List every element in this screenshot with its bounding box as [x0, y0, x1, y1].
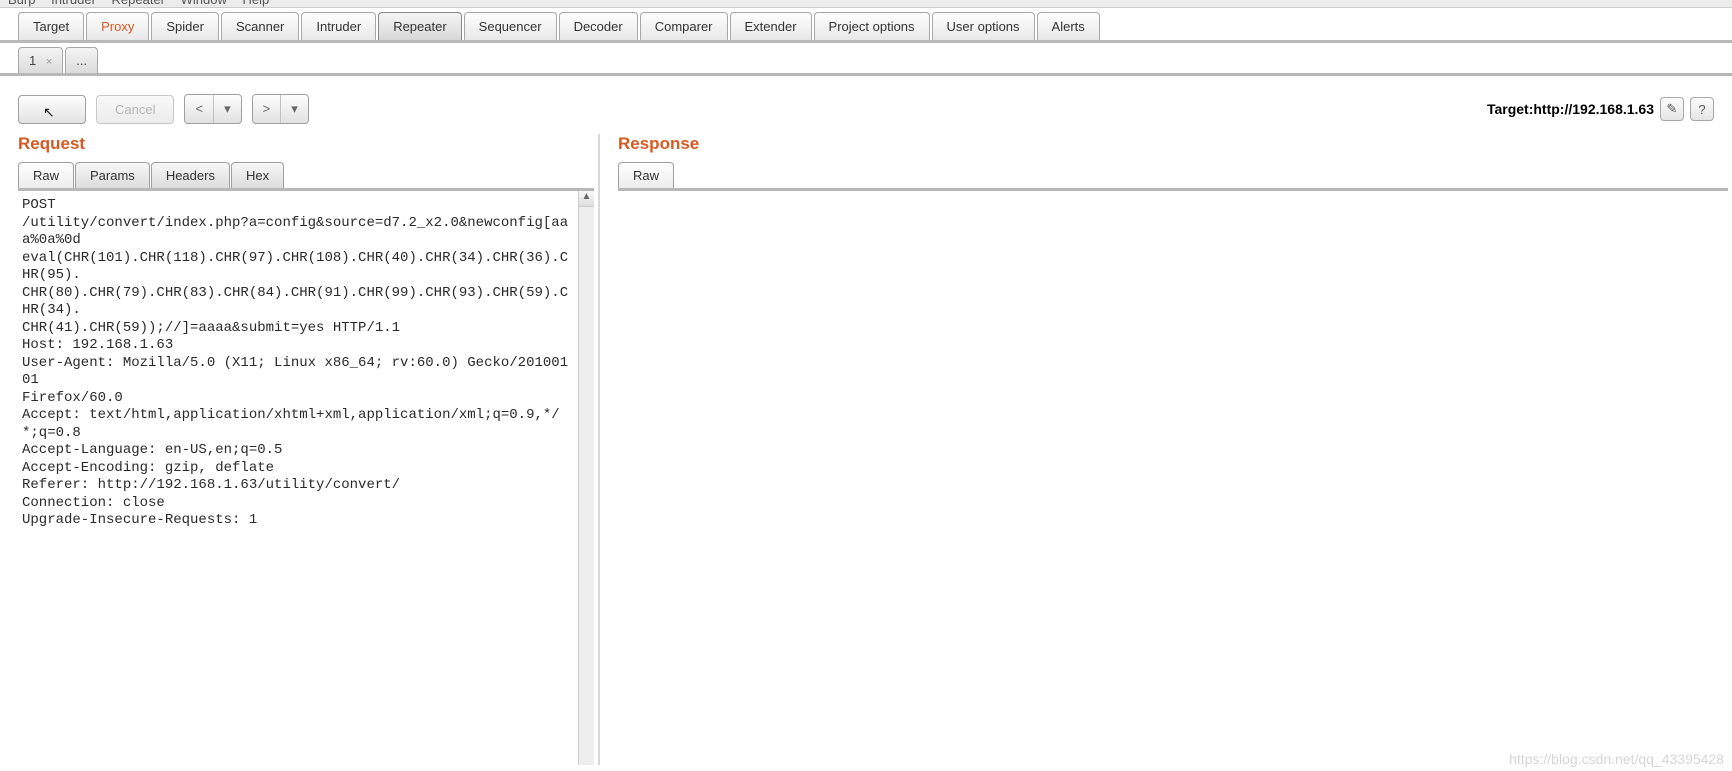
- back-button[interactable]: <: [185, 95, 214, 123]
- panels: Request Raw Params Headers Hex POST /uti…: [0, 134, 1732, 765]
- tab-proxy[interactable]: Proxy: [86, 12, 149, 40]
- help-button[interactable]: ?: [1690, 97, 1714, 121]
- main-tab-bar: Target Proxy Spider Scanner Intruder Rep…: [0, 8, 1732, 43]
- request-title: Request: [18, 134, 594, 154]
- request-tab-headers[interactable]: Headers: [151, 162, 230, 188]
- go-button[interactable]: Go ↖: [18, 95, 86, 124]
- target-value: http://192.168.1.63: [1533, 101, 1654, 117]
- repeater-sub-tab-bar: 1 × ...: [0, 43, 1732, 76]
- tab-extender[interactable]: Extender: [730, 12, 812, 40]
- repeater-tab-new[interactable]: ...: [65, 47, 98, 73]
- tab-comparer[interactable]: Comparer: [640, 12, 728, 40]
- tab-sequencer[interactable]: Sequencer: [464, 12, 557, 40]
- watermark: https://blog.csdn.net/qq_43395428: [1509, 751, 1724, 767]
- tab-alerts[interactable]: Alerts: [1037, 12, 1100, 40]
- target-label: Target:: [1487, 101, 1533, 117]
- target-info: Target: http://192.168.1.63 ✎ ?: [1487, 97, 1714, 121]
- action-row: Go ↖ Cancel < ▾ > ▾ Target: http://192.1…: [0, 76, 1732, 134]
- scroll-up-icon[interactable]: ▲: [579, 191, 594, 207]
- tab-decoder[interactable]: Decoder: [559, 12, 638, 40]
- cursor-icon: ↖: [43, 104, 55, 121]
- request-panel: Request Raw Params Headers Hex POST /uti…: [0, 134, 600, 765]
- pencil-icon: ✎: [1667, 101, 1678, 117]
- repeater-tab-label: 1: [29, 53, 36, 68]
- forward-button[interactable]: >: [253, 95, 282, 123]
- request-view-tabs: Raw Params Headers Hex: [18, 162, 594, 191]
- menu-bar: Burp Intruder Repeater Window Help: [0, 0, 1732, 8]
- request-raw-editor[interactable]: POST /utility/convert/index.php?a=config…: [18, 191, 578, 765]
- response-panel: Response Raw: [600, 134, 1732, 765]
- forward-dropdown[interactable]: ▾: [281, 95, 308, 123]
- menu-item[interactable]: Help: [243, 0, 270, 7]
- edit-target-button[interactable]: ✎: [1660, 97, 1684, 121]
- request-tab-params[interactable]: Params: [75, 162, 150, 188]
- tab-repeater[interactable]: Repeater: [378, 12, 461, 40]
- tab-scanner[interactable]: Scanner: [221, 12, 299, 40]
- help-icon: ?: [1698, 102, 1705, 117]
- history-forward-group[interactable]: > ▾: [252, 94, 309, 124]
- menu-item[interactable]: Intruder: [51, 0, 96, 7]
- response-view-tabs: Raw: [618, 162, 1728, 191]
- menu-item[interactable]: Window: [181, 0, 227, 7]
- tab-intruder[interactable]: Intruder: [301, 12, 376, 40]
- tab-spider[interactable]: Spider: [151, 12, 219, 40]
- tab-user-options[interactable]: User options: [932, 12, 1035, 40]
- back-dropdown[interactable]: ▾: [214, 95, 241, 123]
- repeater-tab-1[interactable]: 1 ×: [18, 47, 63, 73]
- scrollbar[interactable]: ▲: [578, 191, 594, 765]
- tab-project-options[interactable]: Project options: [814, 12, 930, 40]
- request-tab-raw[interactable]: Raw: [18, 162, 74, 188]
- menu-item[interactable]: Burp: [8, 0, 35, 7]
- history-back-group[interactable]: < ▾: [184, 94, 241, 124]
- request-tab-hex[interactable]: Hex: [231, 162, 284, 188]
- close-icon[interactable]: ×: [46, 56, 52, 68]
- cancel-button[interactable]: Cancel: [96, 95, 174, 124]
- menu-item[interactable]: Repeater: [112, 0, 165, 7]
- tab-target[interactable]: Target: [18, 12, 84, 40]
- response-title: Response: [618, 134, 1728, 154]
- response-tab-raw[interactable]: Raw: [618, 162, 674, 188]
- response-raw-viewer[interactable]: [618, 191, 1728, 765]
